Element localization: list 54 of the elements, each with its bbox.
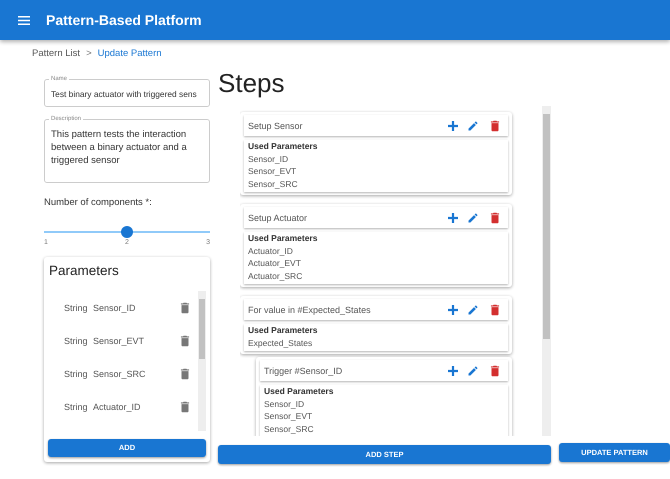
add-icon[interactable]: [448, 366, 458, 376]
parameter-name: Actuator_ID: [93, 402, 142, 412]
step-title: For value in #Expected_States: [248, 304, 372, 314]
slider-label: Number of components *:: [44, 197, 153, 208]
pencil-icon[interactable]: [467, 120, 479, 132]
app-title: Pattern-Based Platform: [46, 12, 202, 28]
parameter-type: String: [64, 336, 89, 346]
scrollbar[interactable]: [198, 291, 206, 431]
parameter-type: String: [64, 402, 89, 412]
add-icon[interactable]: [448, 120, 458, 130]
name-field[interactable]: Test binary actuator with triggered sens: [44, 79, 210, 107]
scrollbar[interactable]: [542, 106, 551, 436]
trash-icon[interactable]: [178, 400, 192, 414]
trash-icon[interactable]: [178, 366, 192, 380]
parameter-name: Sensor_ID: [248, 152, 290, 165]
trash-icon[interactable]: [488, 118, 502, 132]
trash-icon[interactable]: [488, 302, 502, 316]
parameter-name: Sensor_SRC: [248, 178, 299, 190]
parameter-name: Sensor_EVT: [93, 336, 146, 346]
used-parameters-heading: Used Parameters: [248, 140, 318, 152]
menu-icon[interactable]: [18, 16, 30, 24]
parameter-type: String: [64, 368, 89, 378]
parameter-type: String: [64, 302, 89, 312]
parameter-name: Actuator_ID: [248, 244, 294, 257]
breadcrumb-item[interactable]: Pattern List: [32, 48, 80, 62]
breadcrumb-item: Update Pattern: [98, 48, 162, 61]
parameter-name: Sensor_SRC: [93, 368, 147, 378]
parameters-title: Parameters: [48, 262, 120, 278]
parameter-name: Expected_States: [248, 336, 314, 349]
step-title: Setup Sensor: [248, 120, 304, 130]
trash-icon[interactable]: [488, 364, 502, 378]
trash-icon[interactable]: [488, 210, 502, 224]
parameter-name: Actuator_EVT: [248, 257, 302, 270]
used-parameters-heading: Used Parameters: [248, 324, 318, 336]
used-parameters-heading: Used Parameters: [264, 385, 334, 398]
parameter-name: Sensor_EVT: [264, 410, 314, 422]
add-icon[interactable]: [448, 304, 458, 314]
steps-title: Steps: [218, 68, 286, 100]
step-title: Trigger #Sensor_ID: [264, 366, 344, 376]
parameter-name: Actuator_SRC: [248, 270, 304, 282]
trash-icon[interactable]: [178, 300, 192, 314]
pencil-icon[interactable]: [467, 304, 479, 316]
pencil-icon[interactable]: [467, 364, 479, 376]
slider-thumb[interactable]: [121, 226, 133, 238]
parameter-name: Sensor_EVT: [248, 165, 298, 178]
step-title: Setup Actuator: [248, 212, 308, 222]
add-icon[interactable]: [448, 212, 458, 222]
parameter-name: Sensor_ID: [93, 302, 137, 312]
parameter-name: Sensor_SRC: [264, 422, 315, 435]
used-parameters-heading: Used Parameters: [248, 232, 318, 244]
pencil-icon[interactable]: [467, 212, 479, 224]
parameter-name: Sensor_ID: [264, 398, 306, 410]
trash-icon[interactable]: [178, 334, 192, 348]
breadcrumb-separator: >: [86, 48, 92, 61]
